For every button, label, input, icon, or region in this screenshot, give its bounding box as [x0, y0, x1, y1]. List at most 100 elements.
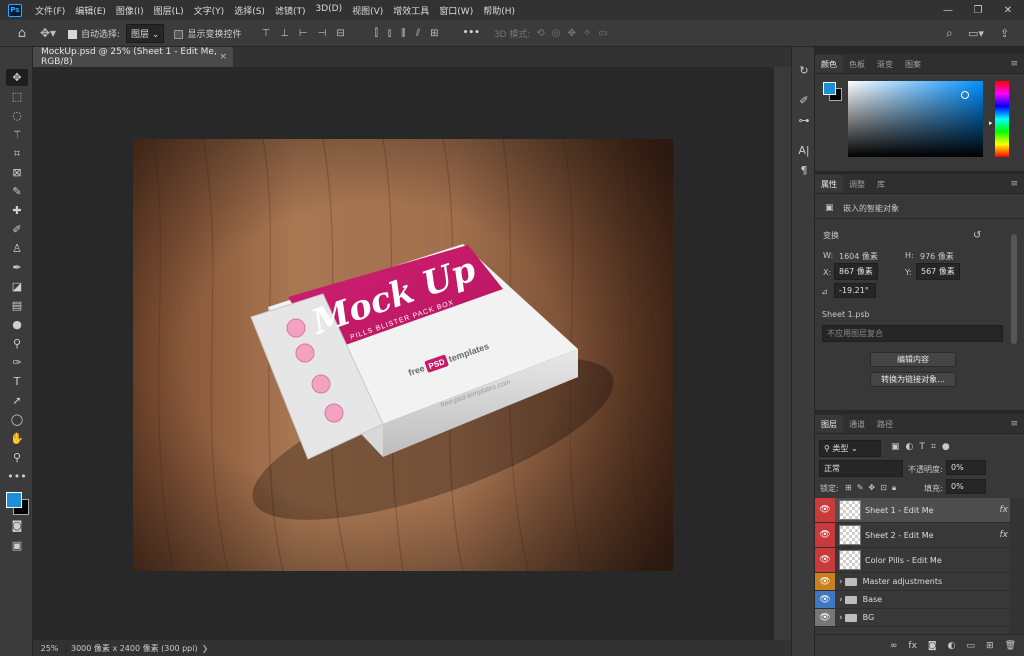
- layer-row[interactable]: 👁︎ Sheet 2 - Edit Me fx: [815, 523, 1010, 548]
- marquee-tool-icon[interactable]: ⬚: [6, 88, 28, 105]
- layers-scrollbar[interactable]: [1010, 498, 1024, 634]
- move-tool-icon[interactable]: ✥▾: [34, 26, 62, 40]
- layer-effects-icon[interactable]: fx: [1000, 505, 1009, 515]
- ellipse-tool-icon[interactable]: ◯: [6, 411, 28, 428]
- layer-row[interactable]: 👁︎ › BG: [815, 609, 1010, 627]
- path-selection-tool-icon[interactable]: ➚: [6, 392, 28, 409]
- show-transform-checkbox[interactable]: 显示变换控件: [174, 27, 241, 40]
- layer-row[interactable]: 👁︎ Color Pills - Edit Me: [815, 548, 1010, 573]
- foreground-color-swatch[interactable]: [6, 492, 22, 508]
- expand-chevron-icon[interactable]: ›: [839, 577, 843, 587]
- convert-to-linked-button[interactable]: 转换为链接对象...: [870, 372, 956, 387]
- angle-input[interactable]: -19.21°: [834, 283, 876, 298]
- visibility-eye-icon[interactable]: 👁︎: [815, 523, 835, 547]
- share-icon[interactable]: ⇪: [1000, 27, 1009, 40]
- magic-wand-tool-icon[interactable]: ⚚: [6, 126, 28, 143]
- layer-row[interactable]: 👁︎ Sheet 1 - Edit Me fx: [815, 498, 1010, 523]
- align-icons[interactable]: ⊤⊥⊢⊣⊟: [261, 28, 354, 39]
- panel-menu-icon[interactable]: ≡: [1010, 59, 1018, 69]
- history-brush-tool-icon[interactable]: ✒: [6, 259, 28, 276]
- expand-chevron-icon[interactable]: ›: [839, 613, 843, 623]
- menu-item[interactable]: 3D(D): [310, 4, 347, 17]
- zoom-level[interactable]: 25%: [33, 643, 67, 653]
- adjustments-icon[interactable]: ⊶: [796, 112, 812, 128]
- reset-transform-icon[interactable]: ↺: [973, 230, 981, 241]
- menu-item[interactable]: 窗口(W): [434, 4, 478, 17]
- panel-tab[interactable]: 路径: [871, 415, 899, 433]
- layer-filter-select[interactable]: ⚲ 类型 ⌄: [819, 440, 881, 457]
- document-tab[interactable]: MockUp.psd @ 25% (Sheet 1 - Edit Me, RGB…: [33, 47, 233, 67]
- menu-item[interactable]: 增效工具: [388, 4, 434, 17]
- panel-tab[interactable]: 库: [871, 175, 891, 193]
- more-tools-icon[interactable]: •••: [6, 468, 28, 485]
- filter-type-icons[interactable]: ▣◐T⌗●: [891, 442, 956, 452]
- visibility-eye-icon[interactable]: 👁︎: [815, 573, 835, 590]
- panel-menu-icon[interactable]: ≡: [1010, 419, 1018, 429]
- frame-tool-icon[interactable]: ⊠: [6, 164, 28, 181]
- hue-slider[interactable]: [995, 81, 1009, 157]
- maximize-button[interactable]: ❐: [966, 0, 990, 20]
- height-value[interactable]: 976 像素: [920, 251, 954, 262]
- panel-tab[interactable]: 属性: [815, 175, 843, 193]
- brush-tool-icon[interactable]: ✐: [6, 221, 28, 238]
- workspace-icon[interactable]: ▭▾: [968, 27, 984, 40]
- visibility-eye-icon[interactable]: 👁︎: [815, 609, 835, 626]
- screen-mode-icon[interactable]: ▣: [6, 537, 28, 554]
- eyedropper-tool-icon[interactable]: ✎: [6, 183, 28, 200]
- panel-tab[interactable]: 图层: [815, 415, 843, 433]
- menu-item[interactable]: 图层(L): [149, 4, 189, 17]
- close-tab-icon[interactable]: ×: [219, 52, 227, 62]
- panel-tab[interactable]: 调整: [843, 175, 871, 193]
- lasso-tool-icon[interactable]: ◌: [6, 107, 28, 124]
- quick-mask-icon[interactable]: ◙: [6, 517, 28, 534]
- panel-tab[interactable]: 色板: [843, 55, 871, 73]
- delete-layer-icon[interactable]: 🗑︎: [1005, 641, 1016, 651]
- more-options-button[interactable]: •••: [463, 28, 480, 38]
- close-button[interactable]: ✕: [996, 0, 1020, 20]
- dodge-tool-icon[interactable]: ⚲: [6, 335, 28, 352]
- layer-comp-select[interactable]: 不应用图层复合: [822, 325, 1003, 342]
- healing-brush-tool-icon[interactable]: ✚: [6, 202, 28, 219]
- menu-item[interactable]: 文件(F): [30, 4, 70, 17]
- hand-tool-icon[interactable]: ✋: [6, 430, 28, 447]
- menu-item[interactable]: 选择(S): [229, 4, 270, 17]
- document-canvas[interactable]: Mock Up PILLS BLISTER PACK BOX free PSD …: [133, 139, 673, 571]
- history-panel-icon[interactable]: ↻: [796, 62, 812, 78]
- vertical-scrollbar[interactable]: [774, 67, 791, 640]
- y-input[interactable]: 567 像素: [916, 263, 960, 280]
- color-fg-swatch[interactable]: [823, 82, 836, 95]
- layer-row[interactable]: 👁︎ › Base: [815, 591, 1010, 609]
- edit-contents-button[interactable]: 编辑内容: [870, 352, 956, 367]
- home-icon[interactable]: ⌂: [10, 26, 34, 41]
- auto-select-checkbox[interactable]: 自动选择:: [68, 27, 120, 40]
- new-layer-icon[interactable]: ⊞: [986, 641, 994, 651]
- gradient-tool-icon[interactable]: ▤: [6, 297, 28, 314]
- menu-item[interactable]: 编辑(E): [70, 4, 111, 17]
- menu-item[interactable]: 视图(V): [347, 4, 388, 17]
- layer-effects-icon[interactable]: fx: [1000, 530, 1009, 540]
- expand-chevron-icon[interactable]: ›: [839, 595, 843, 605]
- character-panel-icon[interactable]: A|: [796, 142, 812, 158]
- menu-item[interactable]: 图像(I): [111, 4, 149, 17]
- menu-item[interactable]: 帮助(H): [478, 4, 520, 17]
- panel-tab[interactable]: 渐变: [871, 55, 899, 73]
- status-menu-arrow[interactable]: ❯: [202, 644, 209, 653]
- auto-select-dropdown[interactable]: 图层 ⌄: [126, 23, 165, 43]
- color-picker-handle[interactable]: [961, 91, 969, 99]
- adjustment-layer-icon[interactable]: ◐: [948, 641, 956, 651]
- add-mask-icon[interactable]: ◙: [928, 641, 937, 651]
- panel-tab[interactable]: 颜色: [815, 55, 843, 73]
- link-layers-icon[interactable]: ∞: [890, 641, 898, 651]
- panel-tab[interactable]: 通道: [843, 415, 871, 433]
- properties-scrollbar[interactable]: [1011, 234, 1017, 344]
- eraser-tool-icon[interactable]: ◪: [6, 278, 28, 295]
- crop-tool-icon[interactable]: ⌗: [6, 145, 28, 162]
- menu-item[interactable]: 滤镜(T): [270, 4, 311, 17]
- distribute-icons[interactable]: ⫿⫾⫼⫽⊞: [375, 28, 449, 39]
- minimize-button[interactable]: —: [936, 0, 960, 20]
- blend-mode-select[interactable]: 正常: [819, 460, 903, 477]
- search-icon[interactable]: ⌕: [946, 26, 953, 41]
- blur-tool-icon[interactable]: ●: [6, 316, 28, 333]
- layer-row[interactable]: 👁︎ › Master adjustments: [815, 573, 1010, 591]
- width-value[interactable]: 1604 像素: [839, 251, 878, 262]
